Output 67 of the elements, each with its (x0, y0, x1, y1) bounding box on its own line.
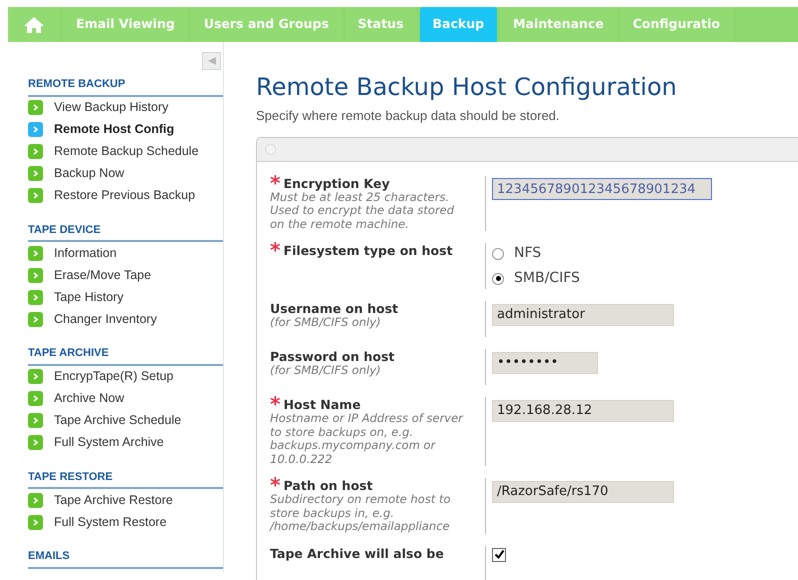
arrow-bullet-icon (28, 435, 43, 450)
arrow-bullet-icon (28, 413, 43, 428)
sidebar-link[interactable]: EncrypTape(R) Setup (28, 366, 223, 388)
arrow-bullet-icon (28, 369, 43, 384)
sidebar-link[interactable]: Restore Previous Backup (28, 184, 223, 206)
required-mark: * (270, 176, 280, 190)
arrow-bullet-icon (28, 391, 43, 406)
sidebar-link[interactable]: View Backup History (28, 96, 223, 118)
sidebar-link[interactable]: Full System Archive (28, 432, 223, 454)
section-heading: TAPE ARCHIVE (28, 345, 223, 366)
password-field[interactable]: •••••••• (492, 352, 598, 374)
section-heading: TAPE DEVICE (28, 222, 223, 242)
sidebar-link[interactable]: Full System Restore (28, 511, 223, 533)
field-label: Filesystem type on host (283, 243, 453, 258)
radio-button[interactable] (492, 272, 504, 284)
radio-label: SMB/CIFS (514, 269, 580, 288)
arrow-bullet-icon (28, 290, 43, 304)
section-heading: EMAILS (28, 548, 223, 568)
sidebar-link[interactable]: Changer Inventory (28, 308, 223, 330)
page-title: Remote Backup Host Configuration (256, 72, 678, 102)
required-mark: * (270, 397, 280, 411)
text-field[interactable]: administrator (492, 304, 674, 326)
sidebar-link[interactable]: Tape History (28, 286, 223, 308)
text-field[interactable]: /RazorSafe/rs170 (492, 480, 674, 502)
text-field[interactable]: 123456789012345678901234 (492, 178, 712, 200)
checkbox[interactable] (492, 548, 506, 562)
field-label: Password on host (270, 349, 394, 364)
field-hint: Hostname or IP Address of server to store backups on, e.g. backups.mycompany.com or 10.0.0.222 (270, 412, 464, 466)
field-label: Path on host (283, 478, 373, 493)
arrow-bullet-icon (28, 268, 43, 282)
left-triangle-icon (206, 56, 216, 66)
sidebar-link[interactable]: Tape Archive Schedule (28, 410, 223, 432)
home-tab[interactable] (8, 7, 60, 42)
arrow-bullet-icon (28, 514, 43, 530)
arrow-bullet-icon (28, 100, 43, 115)
arrow-bullet-icon (28, 166, 43, 181)
section-heading: TAPE RESTORE (28, 468, 223, 489)
arrow-bullet-icon (28, 122, 43, 137)
home-icon (23, 16, 45, 34)
field-hint: Subdirectory on remote host to store backups in, e.g. /home/backups/emailappliance (270, 493, 452, 534)
sidebar-link[interactable]: Remote Host Config (28, 118, 223, 140)
text-field[interactable]: 192.168.28.12 (492, 400, 674, 422)
arrow-bullet-icon (28, 188, 43, 203)
section-heading: REMOTE BACKUP (28, 76, 223, 96)
arrow-bullet-icon (28, 312, 43, 326)
field-label: Username on host (270, 301, 398, 316)
page-description: Specify where remote backup data should be stored. (256, 107, 561, 125)
required-mark: * (270, 478, 280, 492)
arrow-bullet-icon (28, 144, 43, 159)
required-mark: * (270, 243, 280, 257)
arrow-bullet-icon (28, 246, 43, 260)
field-hint: (for SMB/CIFS only) (270, 316, 382, 330)
collapse-button[interactable] (202, 52, 221, 70)
sidebar-link[interactable]: Information (28, 242, 223, 264)
field-label: Host Name (283, 397, 361, 412)
arrow-bullet-icon (28, 492, 43, 508)
field-hint: Must be at least 25 characters. Used to encrypt the data stored on the remote machine. (270, 190, 456, 231)
sidebar-link[interactable]: Archive Now (28, 388, 223, 410)
radio-button[interactable] (492, 248, 504, 260)
field-hint: (for SMB/CIFS only) (270, 364, 382, 378)
sidebar-link[interactable]: Tape Archive Restore (28, 489, 223, 511)
radio-label: NFS (514, 244, 542, 263)
sidebar-link[interactable]: Backup Now (28, 162, 223, 184)
field-label: Tape Archive will also be (270, 546, 444, 560)
sidebar-link[interactable]: Erase/Move Tape (28, 264, 223, 286)
sidebar-link[interactable]: Remote Backup Schedule (28, 140, 223, 162)
field-label: Encryption Key (283, 176, 390, 190)
